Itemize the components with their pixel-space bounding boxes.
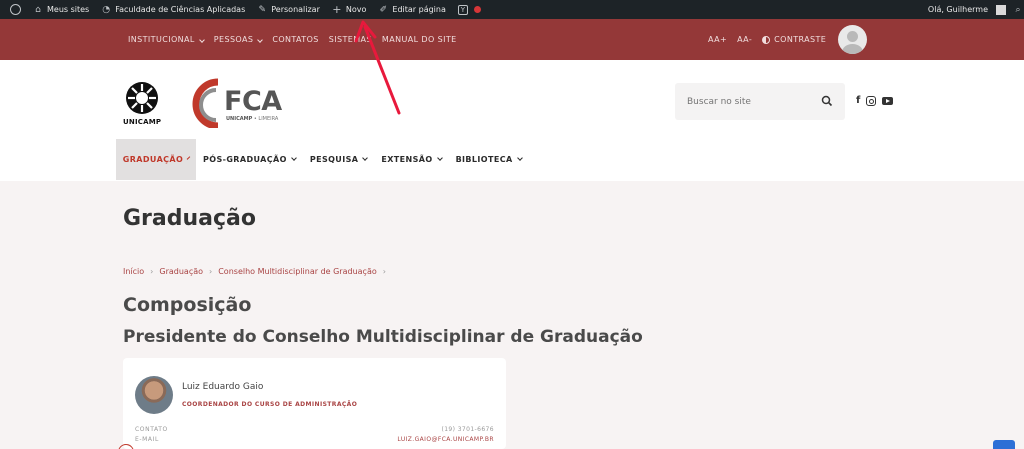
menu-item-graduacao[interactable]: GRADUAÇÃO <box>116 139 196 180</box>
instagram-icon[interactable] <box>866 95 877 106</box>
my-sites-menu[interactable]: ⌂ Meus sites <box>27 0 95 19</box>
menu-item-pesquisa[interactable]: PESQUISA <box>303 139 375 180</box>
yoast-icon: Y <box>457 4 468 15</box>
member-card: Luiz Eduardo Gaio COORDENADOR DO CURSO D… <box>123 358 506 449</box>
main-menu: GRADUAÇÃO PÓS-GRADUAÇÃO PESQUISA EXTENSÃ… <box>116 139 529 180</box>
plus-icon: + <box>332 3 342 16</box>
yoast-seo-menu[interactable]: Y <box>452 0 487 19</box>
member-name: Luiz Eduardo Gaio <box>182 382 264 392</box>
search-icon[interactable] <box>821 95 833 107</box>
my-sites-label: Meus sites <box>47 5 90 14</box>
breadcrumb-graduacao-link[interactable]: Graduação <box>159 267 203 276</box>
new-label: Novo <box>345 5 367 14</box>
site-name-menu[interactable]: ◔ Faculdade de Ciências Aplicadas <box>95 0 251 19</box>
menu-item-biblioteca[interactable]: BIBLIOTECA <box>449 139 529 180</box>
font-decrease-button[interactable]: AA- <box>737 35 752 44</box>
fca-wordmark: FCA <box>224 86 282 117</box>
customize-label: Personalizar <box>271 5 320 14</box>
adminbar-search-icon[interactable]: ⌕ <box>1012 5 1024 15</box>
top-navigation: INSTITUCIONAL PESSOAS CONTATOS SISTEMAS … <box>0 19 1024 60</box>
wordpress-menu[interactable] <box>0 0 27 19</box>
breadcrumb-separator-icon: › <box>209 267 213 276</box>
chevron-down-icon <box>198 37 205 43</box>
topnav-item-pessoas[interactable]: PESSOAS <box>214 35 264 44</box>
dashboard-icon: ◔ <box>102 4 111 15</box>
breadcrumb-separator-icon: › <box>150 267 154 276</box>
contrast-label: CONTRASTE <box>774 35 827 44</box>
edit-page-link[interactable]: ✐ Editar página <box>372 0 451 19</box>
customize-link[interactable]: ✎ Personalizar <box>251 0 326 19</box>
wordpress-icon <box>10 4 21 15</box>
chevron-down-icon <box>186 156 191 160</box>
chevron-down-icon <box>290 155 297 161</box>
chevron-down-icon <box>362 155 369 161</box>
menu-item-extensao[interactable]: EXTENSÃO <box>374 139 448 180</box>
contrast-button[interactable]: CONTRASTE <box>762 35 826 44</box>
contact-value: (19) 3701-6676 <box>441 426 494 433</box>
admin-bar: ⌂ Meus sites ◔ Faculdade de Ciências Apl… <box>0 0 1024 19</box>
new-content-menu[interactable]: + Novo <box>326 0 373 19</box>
breadcrumb: Início › Graduação › Conselho Multidisci… <box>123 267 386 276</box>
contact-label: CONTATO <box>135 426 168 433</box>
font-increase-button[interactable]: AA+ <box>708 35 727 44</box>
member-role: COORDENADOR DO CURSO DE ADMINISTRAÇÃO <box>182 401 358 408</box>
greeting-label: Olá, Guilherme <box>927 5 988 14</box>
topnav-item-manual[interactable]: MANUAL DO SITE <box>382 35 457 44</box>
account-avatar <box>996 4 1006 15</box>
accessibility-widget-button[interactable] <box>993 440 1015 449</box>
topnav-item-institucional[interactable]: INSTITUCIONAL <box>128 35 205 44</box>
breadcrumb-current-link[interactable]: Conselho Multidisciplinar de Graduação <box>218 267 377 276</box>
member-photo <box>135 376 173 414</box>
pencil-icon: ✐ <box>379 4 388 15</box>
fca-subtitle: UNICAMP • LIMEIRA <box>226 116 279 122</box>
topnav-item-sistemas[interactable]: SISTEMAS <box>329 35 372 44</box>
my-sites-icon: ⌂ <box>35 4 41 15</box>
account-menu[interactable]: Olá, Guilherme <box>922 0 1012 19</box>
edit-page-label: Editar página <box>392 5 446 14</box>
breadcrumb-home-link[interactable]: Início <box>123 267 144 276</box>
search-input[interactable] <box>687 96 817 107</box>
menu-item-pos-graduacao[interactable]: PÓS-GRADUAÇÃO <box>196 139 303 180</box>
topnav-item-contatos[interactable]: CONTATOS <box>272 35 318 44</box>
facebook-icon[interactable]: f <box>856 95 860 106</box>
site-name-label: Faculdade de Ciências Aplicadas <box>115 5 246 14</box>
unicamp-label: UNICAMP <box>123 118 162 126</box>
chevron-down-icon <box>436 155 443 161</box>
breadcrumb-separator-icon: › <box>382 267 386 276</box>
email-link[interactable]: LUIZ.GAIO@FCA.UNICAMP.BR <box>397 436 494 443</box>
contrast-icon <box>762 35 771 44</box>
social-links: f <box>856 95 894 106</box>
brush-icon: ✎ <box>258 4 267 15</box>
page-title: Graduação <box>123 206 257 231</box>
section-heading: Composição <box>123 294 252 316</box>
chevron-down-icon <box>516 155 523 161</box>
subsection-heading: Presidente do Conselho Multidisciplinar … <box>123 327 643 347</box>
email-label: E-MAIL <box>135 436 159 443</box>
user-avatar-icon[interactable] <box>838 25 867 54</box>
youtube-icon[interactable] <box>882 96 894 105</box>
chevron-down-icon <box>257 37 264 43</box>
status-dot-icon <box>473 6 481 13</box>
site-search <box>675 83 845 120</box>
